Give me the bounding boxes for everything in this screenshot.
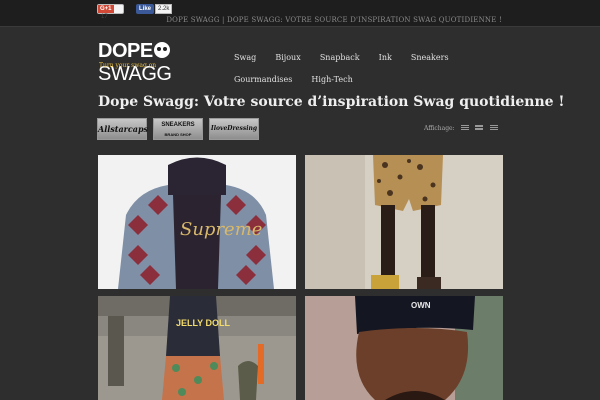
post-leopard-shorts[interactable] [305,155,503,289]
google-plus-label: G+1 [98,5,114,13]
jacket-print-text: Supreme [180,219,262,240]
skull-icon [153,42,170,58]
brand-sneakers-sub: BRAND SHOP [164,132,192,137]
post-jacket-image: Supreme [98,155,296,289]
nav-item-ink[interactable]: Ink [379,51,392,67]
post-beanie-image: OWN [305,296,503,400]
brand-ilovedressing-button[interactable]: IloveDressing [209,118,259,140]
post-jelly-doll[interactable]: JELLY DOLL [98,296,296,400]
brand-sneakers-button[interactable]: SNEAKERS BRAND SHOP [153,118,203,140]
beanie-print-text: OWN [411,301,431,310]
shirt-print-text: JELLY DOLL [176,318,231,328]
post-shorts-image [305,155,503,289]
view-mode-label: Affichage: [424,125,455,132]
facebook-like-button[interactable]: Like 2.2k [136,4,176,14]
site-logo[interactable]: DOPESWAGG Turn your swag on [98,40,218,85]
post-jelly-doll-image: JELLY DOLL [98,296,296,400]
nav-item-swag[interactable]: Swag [234,51,256,67]
main-nav: Swag Bijoux Snapback Ink Sneakers Gourma… [234,45,504,89]
top-bar: G+117 Like 2.2k DOPE SWAGG | DOPE SWAGG: … [0,0,600,27]
page-title: Dope Swagg: Votre source d’inspiration S… [98,94,565,110]
nav-item-snapback[interactable]: Snapback [320,51,360,67]
logo-word-dope: DOPE [98,40,153,62]
google-plus-button[interactable]: G+117 [97,4,124,20]
nav-item-bijoux[interactable]: Bijoux [275,51,300,67]
nav-item-gourmandises[interactable]: Gourmandises [234,73,292,89]
grid-view-icon[interactable] [461,125,469,131]
post-jacket-supreme[interactable]: Supreme [98,155,296,289]
nav-item-sneakers[interactable]: Sneakers [411,51,449,67]
facebook-like-label: Like [136,4,155,14]
facebook-like-count: 2.2k [155,4,173,14]
google-plus-count: 17 [101,14,108,20]
logo-slogan: Turn your swag on [99,62,157,69]
site-tagline: DOPE SWAGG | DOPE SWAGG: VOTRE SOURCE D'… [166,16,502,24]
list-detail-icon[interactable] [490,125,498,131]
brand-allstarcaps-button[interactable]: Allstarcaps [97,118,148,140]
brand-sneakers-label: SNEAKERS [161,122,195,128]
post-beanie-portrait[interactable]: OWN [305,296,503,400]
nav-item-high-tech[interactable]: High-Tech [311,73,352,89]
list-compact-icon[interactable] [475,125,483,131]
